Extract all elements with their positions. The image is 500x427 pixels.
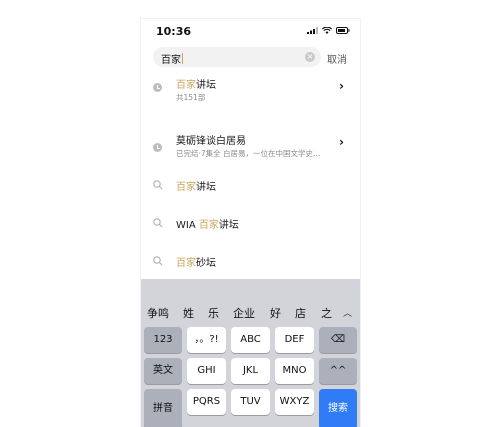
key-ghi[interactable]: GHI xyxy=(187,358,226,384)
suggestion-highlight: 百家 xyxy=(176,258,196,269)
key-def[interactable]: DEF xyxy=(275,327,314,353)
candidate-word[interactable]: 争鸣 xyxy=(147,305,169,321)
keyboard: 争鸣 姓 乐 企业 好 店 之 ︿ 123 ，。?! ABC DEF ⌫ 英文 … xyxy=(141,279,360,427)
search-row: 百家 × 取消 xyxy=(141,47,360,69)
status-icons xyxy=(307,27,350,34)
suggestion-item[interactable]: 百家讲坛 xyxy=(141,171,360,201)
suggestion-item[interactable]: 百家砂坛 xyxy=(141,247,360,277)
key-english[interactable]: 英文 xyxy=(144,358,182,384)
suggestion-highlight: 百家 xyxy=(198,220,219,231)
suggestion-highlight: 百家 xyxy=(176,182,196,193)
candidate-word[interactable]: 之 xyxy=(321,305,332,321)
candidate-word[interactable]: 店 xyxy=(295,305,306,321)
emoji-face-icon[interactable]: ^^ xyxy=(319,358,357,384)
phone-screen: 10:36 百家 × 取消 百家讲坛 共151部 › 莫砺锋谈白居易 已完结·7… xyxy=(141,19,360,427)
key-jkl[interactable]: JKL xyxy=(231,358,270,384)
suggestion-prefix: WIA xyxy=(176,220,199,231)
status-time: 10:36 xyxy=(156,25,192,38)
result-title-rest: 莫砺锋谈白居易 xyxy=(176,136,246,147)
search-input[interactable]: 百家 × xyxy=(153,47,321,67)
history-clock-icon xyxy=(153,83,162,92)
search-key[interactable]: 搜索 xyxy=(319,389,357,427)
key-pqrs[interactable]: PQRS xyxy=(187,389,226,415)
search-icon xyxy=(153,180,163,190)
result-subtitle: 已完结·7集全 白居易，一位在中国文学史… xyxy=(176,149,321,158)
candidate-word[interactable]: 乐 xyxy=(208,305,219,321)
chevron-right-icon: › xyxy=(339,79,344,93)
key-wxyz[interactable]: WXYZ xyxy=(275,389,314,415)
search-icon xyxy=(153,256,163,266)
suggestion-text: 百家讲坛 xyxy=(176,178,216,193)
key-numbers[interactable]: 123 xyxy=(144,327,182,353)
key-mno[interactable]: MNO xyxy=(275,358,314,384)
history-clock-icon xyxy=(153,143,162,152)
suggestion-text: WIA 百家讲坛 xyxy=(176,216,239,231)
result-subtitle: 共151部 xyxy=(176,93,206,102)
backspace-icon[interactable]: ⌫ xyxy=(319,327,357,353)
status-bar: 10:36 xyxy=(141,19,360,43)
key-tuv[interactable]: TUV xyxy=(231,389,270,415)
suggestion-rest: 砂坛 xyxy=(196,258,216,269)
key-abc[interactable]: ABC xyxy=(231,327,270,353)
candidate-word[interactable]: 好 xyxy=(270,305,281,321)
text-caret xyxy=(182,53,183,64)
candidate-word[interactable]: 企业 xyxy=(233,305,255,321)
clear-search-icon[interactable]: × xyxy=(305,52,315,62)
cancel-button[interactable]: 取消 xyxy=(327,51,347,66)
search-query-wrapper: 百家 xyxy=(161,51,183,66)
suggestion-text: 百家砂坛 xyxy=(176,254,216,269)
result-title-rest: 讲坛 xyxy=(196,80,216,91)
search-icon xyxy=(153,218,163,228)
key-pinyin[interactable]: 拼音 xyxy=(144,389,182,427)
result-title-highlight: 百家 xyxy=(176,80,196,91)
history-result-item[interactable]: 百家讲坛 共151部 › xyxy=(141,71,360,109)
wifi-icon xyxy=(322,27,332,34)
candidate-word[interactable]: 姓 xyxy=(183,305,194,321)
history-result-item[interactable]: 莫砺锋谈白居易 已完结·7集全 白居易，一位在中国文学史… › xyxy=(141,109,360,158)
result-title: 莫砺锋谈白居易 xyxy=(176,132,246,147)
search-query: 百家 xyxy=(161,55,181,66)
key-punctuation[interactable]: ，。?! xyxy=(187,327,226,353)
signal-icon xyxy=(307,27,318,34)
suggestion-rest: 讲坛 xyxy=(196,182,216,193)
suggestion-rest: 讲坛 xyxy=(218,220,239,231)
suggestion-item[interactable]: WIA 百家讲坛 xyxy=(141,209,360,239)
chevron-right-icon: › xyxy=(339,135,344,149)
expand-candidates-icon[interactable]: ︿ xyxy=(343,306,352,319)
candidate-bar: 争鸣 姓 乐 企业 好 店 之 ︿ xyxy=(141,299,360,325)
result-title: 百家讲坛 xyxy=(176,76,216,91)
battery-icon xyxy=(336,27,350,34)
